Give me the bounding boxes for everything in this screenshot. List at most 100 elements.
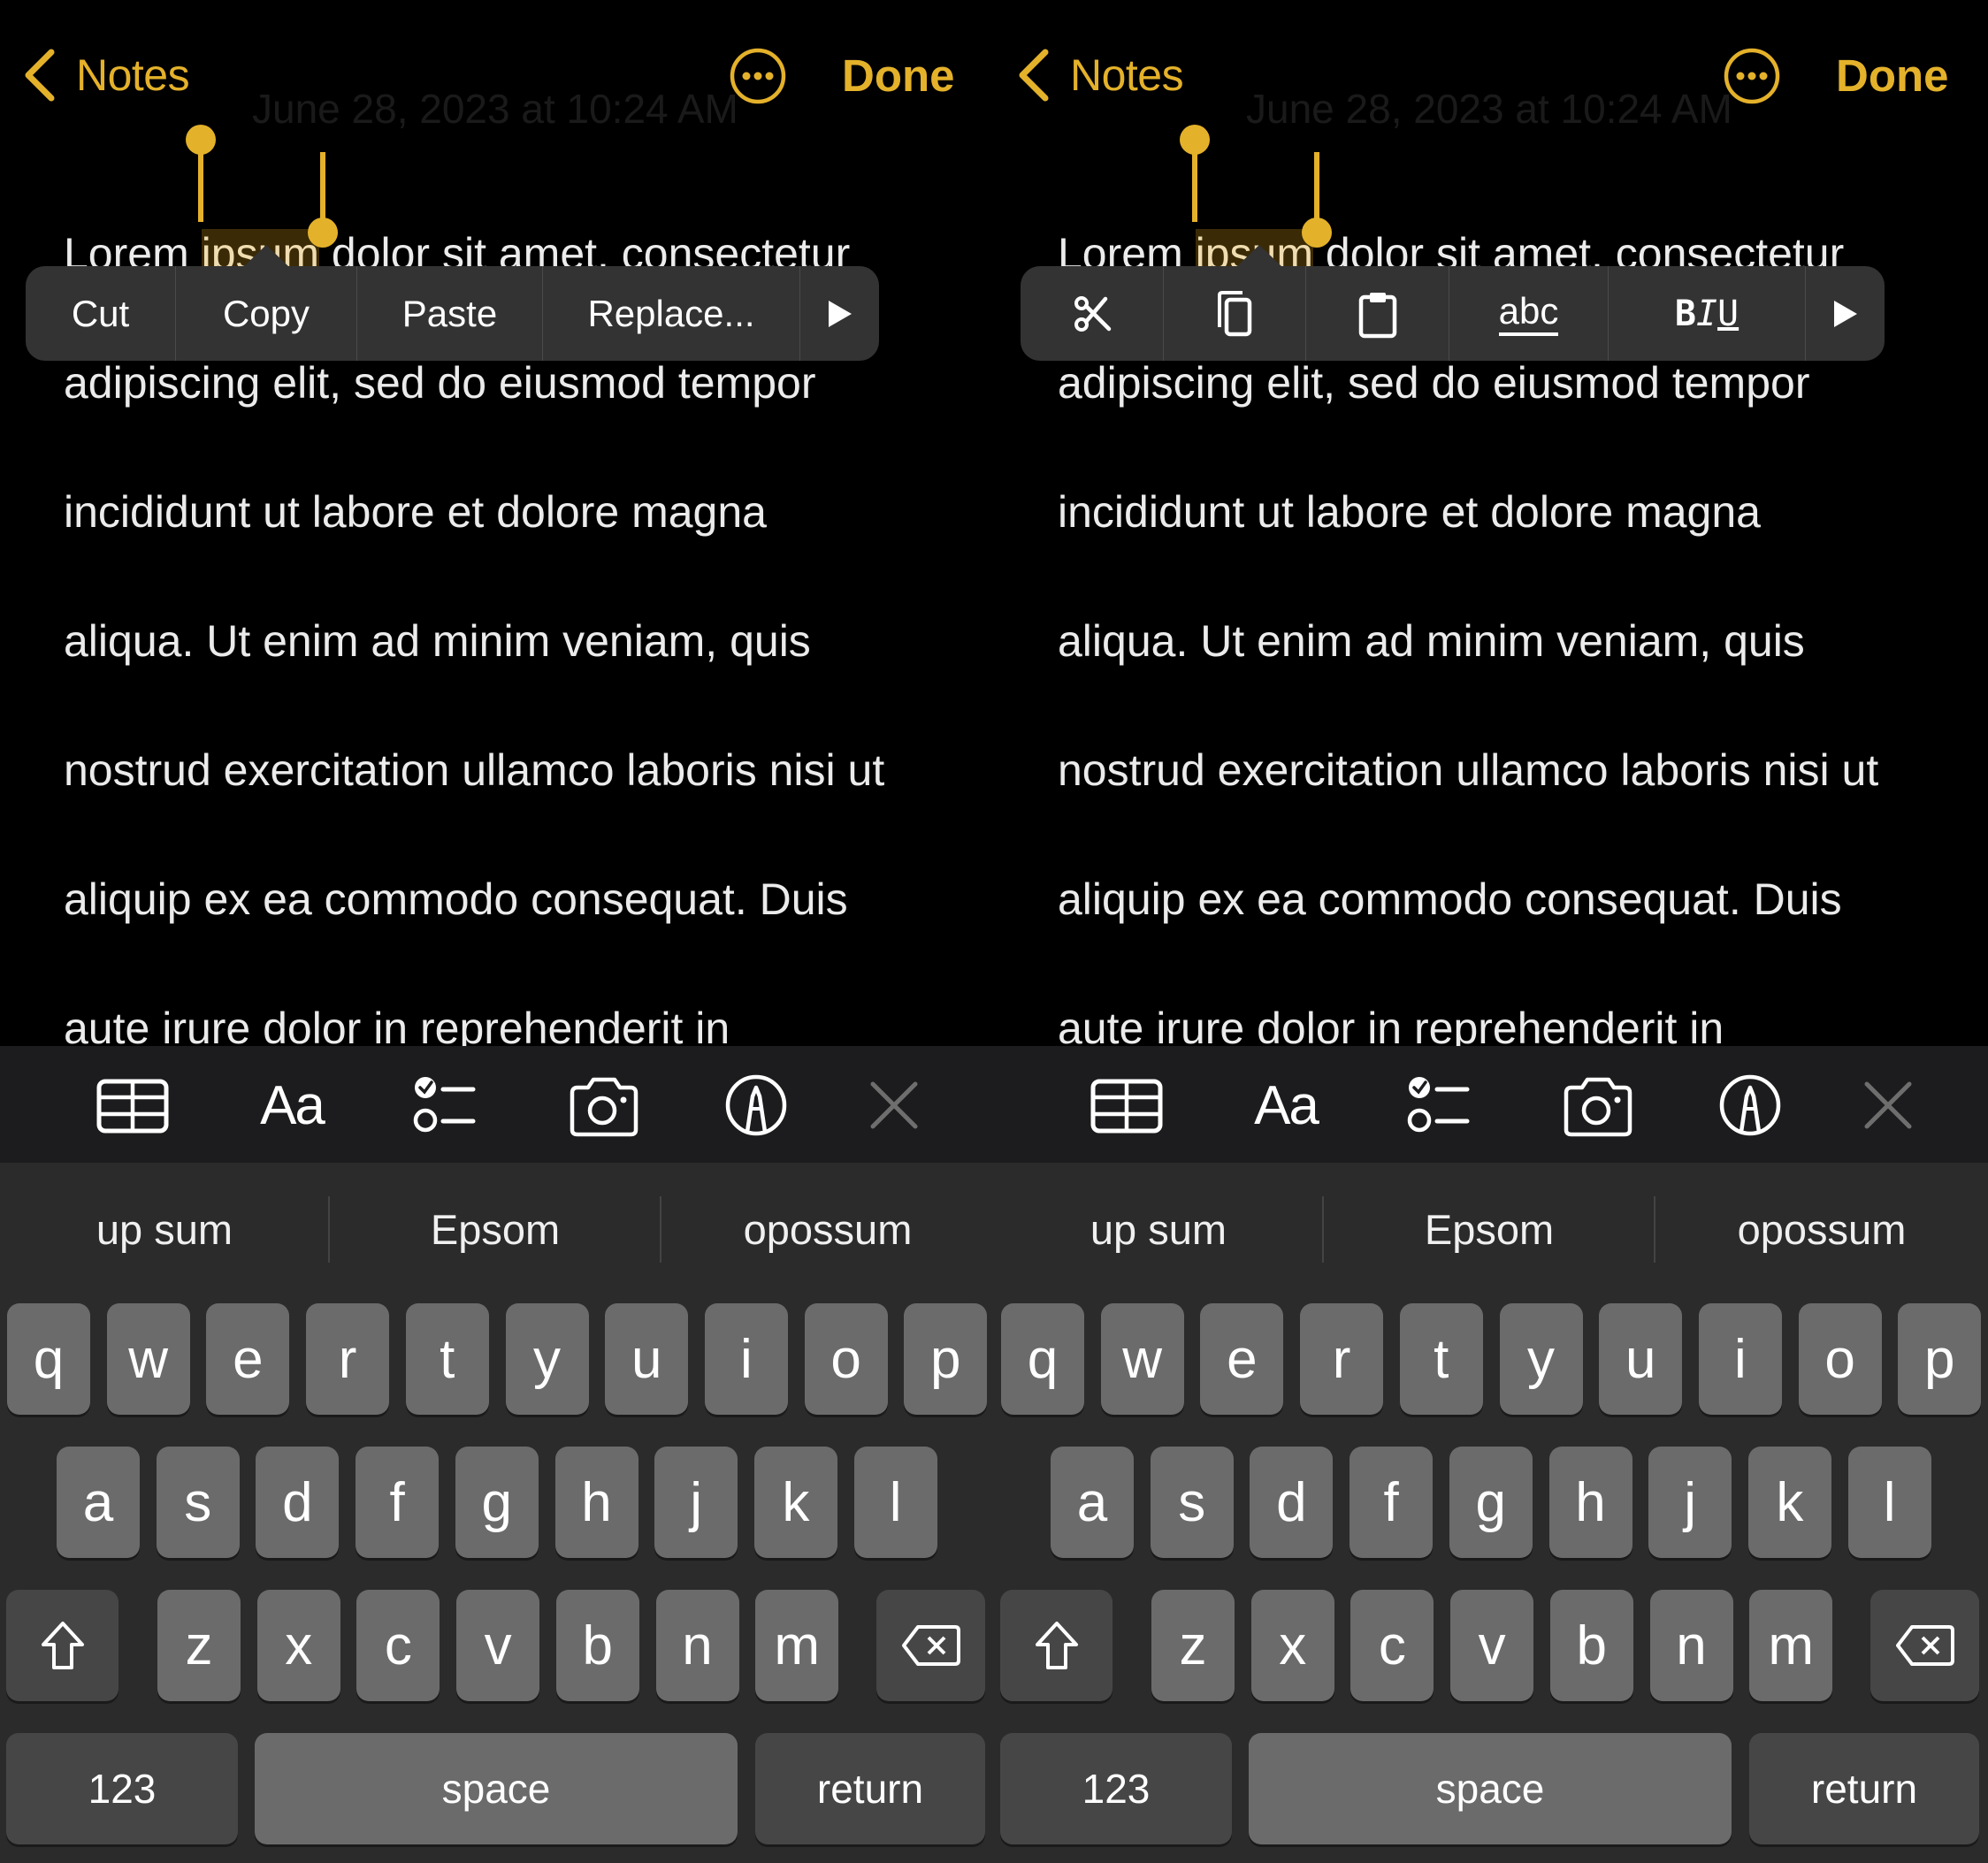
key-a[interactable]: a <box>57 1447 140 1558</box>
back-to-notes-button[interactable]: Notes <box>1013 44 1184 106</box>
paste-button[interactable] <box>1306 266 1449 361</box>
selection-start-handle[interactable] <box>1180 125 1210 155</box>
key-n[interactable]: n <box>655 1590 739 1701</box>
text-format-button[interactable]: Aa <box>1249 1068 1323 1142</box>
key-m[interactable]: m <box>755 1590 839 1701</box>
insert-table-button[interactable] <box>1090 1068 1164 1142</box>
key-f[interactable]: f <box>1350 1447 1434 1558</box>
key-n[interactable]: n <box>1649 1590 1733 1701</box>
key-k[interactable]: k <box>1747 1447 1831 1558</box>
checklist-button[interactable] <box>409 1068 484 1142</box>
key-g[interactable]: g <box>455 1447 539 1558</box>
key-q[interactable]: q <box>7 1303 90 1415</box>
key-f[interactable]: f <box>356 1447 440 1558</box>
key-e[interactable]: e <box>206 1303 290 1415</box>
more-options-button[interactable] <box>1723 47 1781 105</box>
checklist-button[interactable] <box>1403 1068 1478 1142</box>
text-format-button[interactable]: Aa <box>255 1068 329 1142</box>
key-j[interactable]: j <box>654 1447 738 1558</box>
insert-table-button[interactable] <box>96 1068 170 1142</box>
key-h[interactable]: h <box>554 1447 638 1558</box>
key-u[interactable]: u <box>1599 1303 1683 1415</box>
key-q[interactable]: q <box>1001 1303 1084 1415</box>
key-o[interactable]: o <box>1798 1303 1882 1415</box>
cut-button[interactable]: Cut <box>26 266 176 361</box>
key-l[interactable]: l <box>1847 1447 1931 1558</box>
more-options-button[interactable] <box>729 47 787 105</box>
shift-key[interactable] <box>1000 1590 1113 1701</box>
key-j[interactable]: j <box>1648 1447 1732 1558</box>
key-e[interactable]: e <box>1200 1303 1284 1415</box>
space-key[interactable]: space <box>1249 1733 1732 1844</box>
spelling-button[interactable]: abc <box>1449 266 1609 361</box>
key-d[interactable]: d <box>1250 1447 1334 1558</box>
key-k[interactable]: k <box>753 1447 837 1558</box>
key-w[interactable]: w <box>106 1303 190 1415</box>
delete-key[interactable] <box>1870 1590 1979 1701</box>
key-p[interactable]: p <box>1898 1303 1982 1415</box>
key-c[interactable]: c <box>356 1590 440 1701</box>
key-d[interactable]: d <box>256 1447 340 1558</box>
done-button[interactable]: Done <box>842 50 955 102</box>
key-b[interactable]: b <box>555 1590 639 1701</box>
return-key[interactable]: return <box>1749 1733 1979 1844</box>
done-button[interactable]: Done <box>1836 50 1949 102</box>
delete-key[interactable] <box>876 1590 985 1701</box>
numbers-key[interactable]: 123 <box>6 1733 238 1844</box>
key-v[interactable]: v <box>1450 1590 1534 1701</box>
suggestion-1[interactable]: up sum <box>994 1196 1323 1263</box>
suggestion-2[interactable]: Epsom <box>330 1196 661 1263</box>
key-s[interactable]: s <box>1150 1447 1234 1558</box>
key-v[interactable]: v <box>456 1590 540 1701</box>
key-y[interactable]: y <box>505 1303 589 1415</box>
key-z[interactable]: z <box>157 1590 241 1701</box>
markup-button[interactable] <box>719 1068 793 1142</box>
key-r[interactable]: r <box>306 1303 390 1415</box>
selection-end-handle[interactable] <box>1302 218 1332 248</box>
suggestion-1[interactable]: up sum <box>0 1196 329 1263</box>
replace-button[interactable]: Replace... <box>543 266 800 361</box>
key-g[interactable]: g <box>1449 1447 1533 1558</box>
key-i[interactable]: i <box>1698 1303 1782 1415</box>
selection-start-handle[interactable] <box>186 125 216 155</box>
close-toolbar-button[interactable] <box>1851 1068 1925 1142</box>
back-to-notes-button[interactable]: Notes <box>19 44 190 106</box>
suggestion-3[interactable]: opossum <box>1655 1196 1988 1263</box>
key-r[interactable]: r <box>1300 1303 1384 1415</box>
key-m[interactable]: m <box>1749 1590 1833 1701</box>
camera-button[interactable] <box>1561 1068 1635 1142</box>
suggestion-3[interactable]: opossum <box>661 1196 994 1263</box>
key-y[interactable]: y <box>1499 1303 1583 1415</box>
key-a[interactable]: a <box>1051 1447 1134 1558</box>
numbers-key[interactable]: 123 <box>1000 1733 1232 1844</box>
copy-button[interactable] <box>1164 266 1306 361</box>
key-t[interactable]: t <box>405 1303 489 1415</box>
key-x[interactable]: x <box>256 1590 340 1701</box>
key-u[interactable]: u <box>605 1303 689 1415</box>
cut-button[interactable] <box>1021 266 1164 361</box>
key-b[interactable]: b <box>1549 1590 1633 1701</box>
shift-key[interactable] <box>6 1590 119 1701</box>
key-i[interactable]: i <box>704 1303 788 1415</box>
key-w[interactable]: w <box>1100 1303 1184 1415</box>
key-l[interactable]: l <box>853 1447 937 1558</box>
key-c[interactable]: c <box>1350 1590 1434 1701</box>
copy-button[interactable]: Copy <box>176 266 357 361</box>
markup-button[interactable] <box>1713 1068 1787 1142</box>
key-h[interactable]: h <box>1548 1447 1632 1558</box>
suggestion-2[interactable]: Epsom <box>1324 1196 1655 1263</box>
key-p[interactable]: p <box>904 1303 988 1415</box>
menu-more-button[interactable] <box>800 266 879 361</box>
key-t[interactable]: t <box>1399 1303 1483 1415</box>
close-toolbar-button[interactable] <box>857 1068 931 1142</box>
key-x[interactable]: x <box>1250 1590 1334 1701</box>
key-z[interactable]: z <box>1151 1590 1235 1701</box>
camera-button[interactable] <box>567 1068 641 1142</box>
key-s[interactable]: s <box>156 1447 240 1558</box>
menu-more-button[interactable] <box>1806 266 1885 361</box>
text-style-button[interactable]: BIU <box>1609 266 1806 361</box>
space-key[interactable]: space <box>255 1733 738 1844</box>
paste-button[interactable]: Paste <box>357 266 543 361</box>
selection-end-handle[interactable] <box>308 218 338 248</box>
return-key[interactable]: return <box>755 1733 985 1844</box>
